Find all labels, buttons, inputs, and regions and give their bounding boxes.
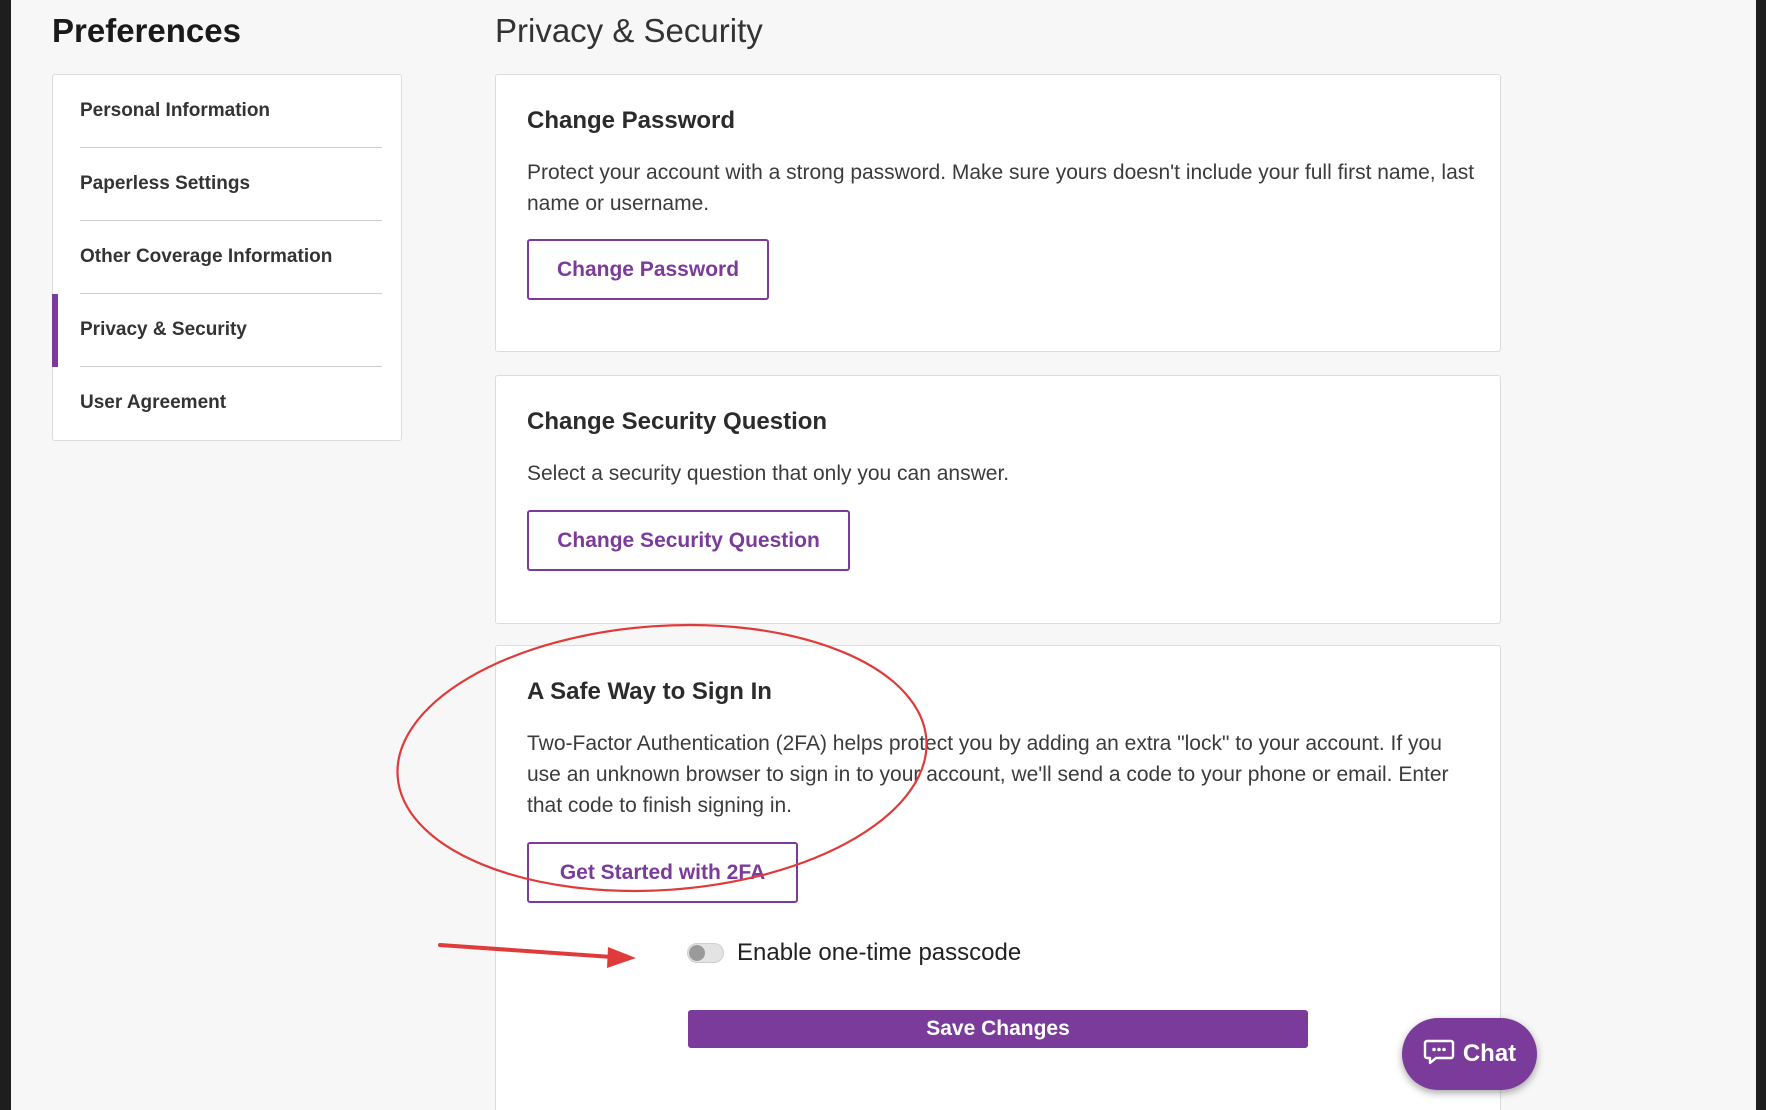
sidebar-item-user-agreement[interactable]: User Agreement xyxy=(53,367,401,440)
change-security-question-card: Change Security Question Select a securi… xyxy=(495,375,1501,624)
toggle-label: Enable one-time passcode xyxy=(737,939,1022,966)
sidebar-item-label: User Agreement xyxy=(80,392,227,413)
one-time-passcode-toggle[interactable] xyxy=(687,943,724,963)
page: Preferences Privacy & Security Personal … xyxy=(0,0,1766,1110)
sidebar-item-label: Paperless Settings xyxy=(80,173,251,194)
change-password-button[interactable]: Change Password xyxy=(527,239,769,300)
active-indicator xyxy=(52,294,58,367)
change-password-card: Change Password Protect your account wit… xyxy=(495,74,1501,352)
change-security-question-button[interactable]: Change Security Question xyxy=(527,510,850,571)
sidebar-item-label: Personal Information xyxy=(80,100,271,121)
one-time-passcode-row: Enable one-time passcode xyxy=(687,938,1021,968)
get-started-2fa-button[interactable]: Get Started with 2FA xyxy=(527,842,798,903)
card-description: Protect your account with a strong passw… xyxy=(527,161,1475,215)
window-edge-left xyxy=(0,0,11,1110)
card-heading: Change Password xyxy=(527,107,736,134)
page-title: Preferences xyxy=(52,12,241,49)
sidebar-item-privacy-security[interactable]: Privacy & Security xyxy=(52,294,401,367)
card-heading: Change Security Question xyxy=(527,408,828,435)
card-description: Select a security question that only you… xyxy=(527,462,1010,485)
sidebar-item-personal-information[interactable]: Personal Information xyxy=(53,75,401,148)
preferences-sidebar: Personal Information Paperless Settings … xyxy=(52,74,402,441)
chat-label: Chat xyxy=(1462,1040,1517,1067)
section-title: Privacy & Security xyxy=(495,12,763,49)
chat-bubble-icon xyxy=(1423,1038,1455,1071)
card-heading: A Safe Way to Sign In xyxy=(527,678,772,705)
chat-button[interactable]: Chat xyxy=(1402,1018,1537,1090)
sidebar-item-paperless-settings[interactable]: Paperless Settings xyxy=(53,148,401,221)
card-description: Two-Factor Authentication (2FA) helps pr… xyxy=(527,732,1449,817)
save-changes-button[interactable]: Save Changes xyxy=(688,1010,1308,1048)
toggle-knob xyxy=(689,945,705,961)
sidebar-item-label: Privacy & Security xyxy=(80,319,247,340)
window-edge-right xyxy=(1756,0,1766,1110)
sidebar-item-other-coverage-information[interactable]: Other Coverage Information xyxy=(53,221,401,294)
sidebar-item-label: Other Coverage Information xyxy=(80,246,333,267)
